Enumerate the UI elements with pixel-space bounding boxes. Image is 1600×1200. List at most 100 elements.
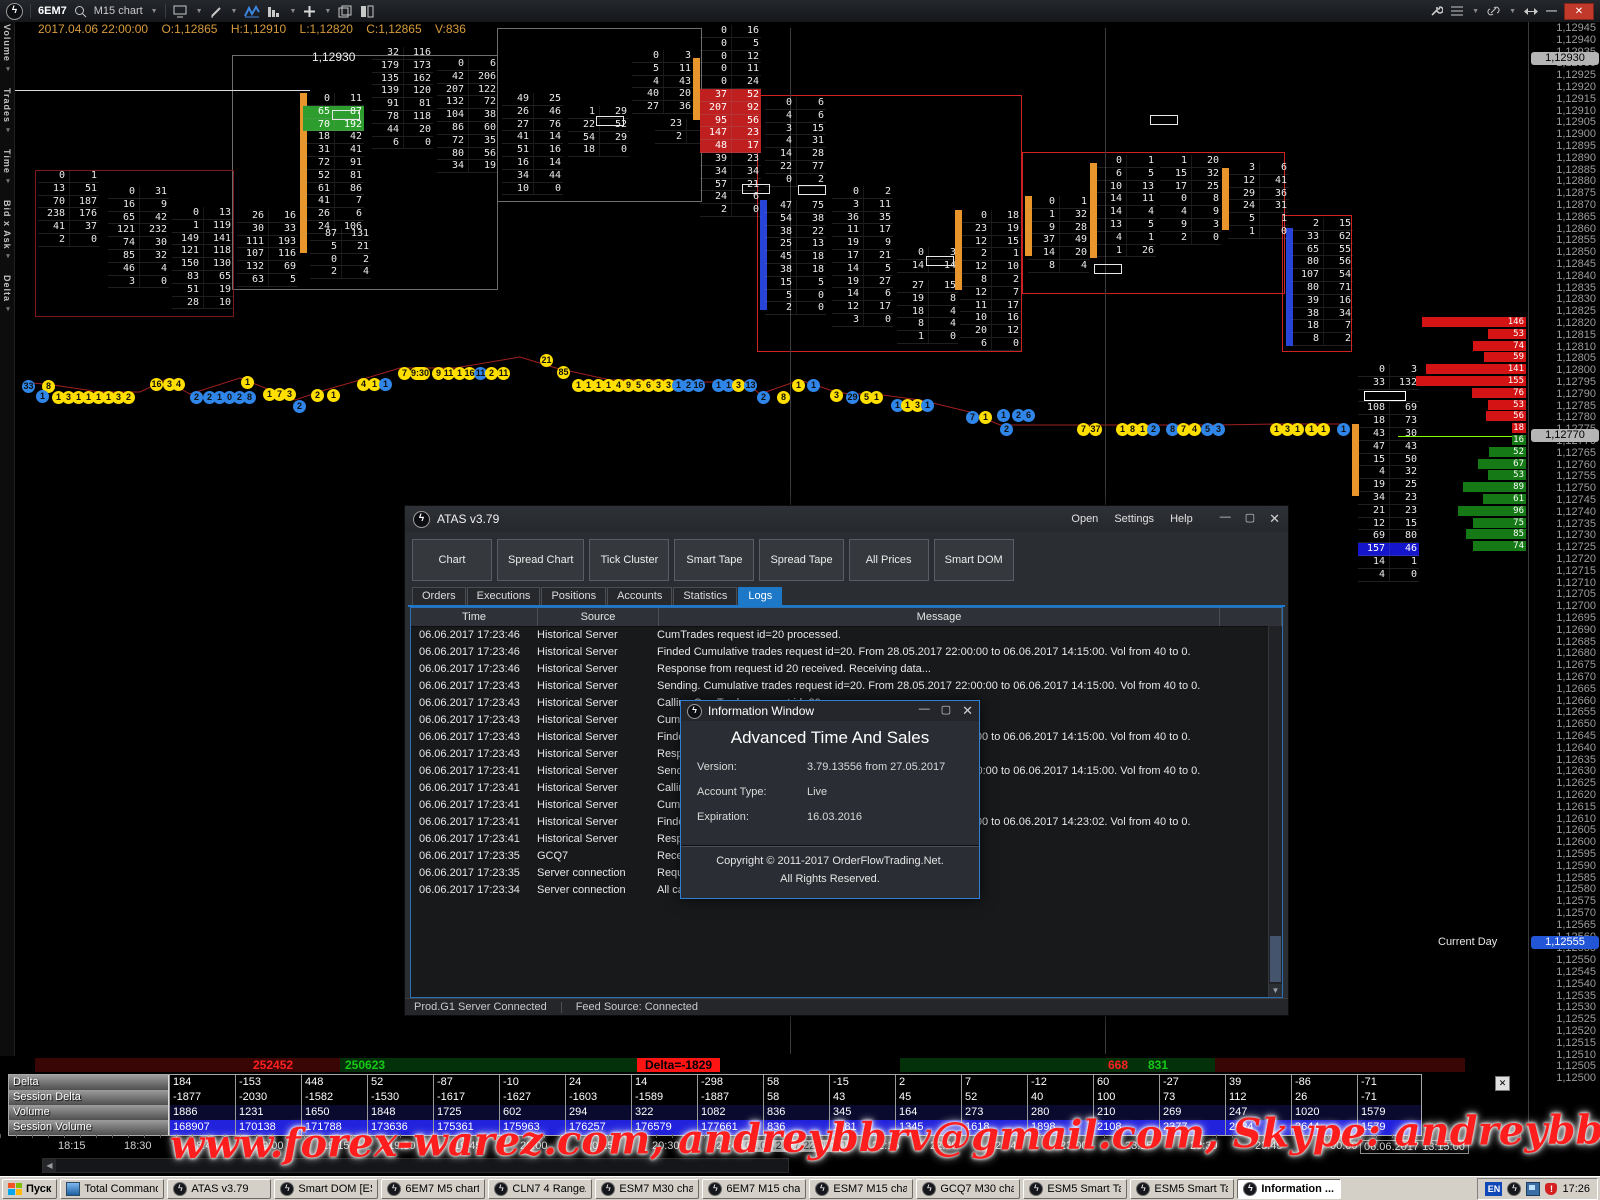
bid-value: 21: [1358, 505, 1390, 517]
nav-button-tick-cluster[interactable]: Tick Cluster: [589, 539, 669, 581]
add-icon[interactable]: [303, 3, 316, 19]
taskbar-button[interactable]: ϟCLN7 4 RangeZ...: [488, 1179, 592, 1199]
taskbar-button[interactable]: ϟSmart DOM [ES...: [274, 1179, 378, 1199]
bid-value: 10: [1095, 181, 1127, 193]
menu-item-settings[interactable]: Settings: [1114, 513, 1154, 525]
atas-app-icon: ϟ: [601, 1182, 615, 1196]
log-row[interactable]: 06.06.2017 17:23:46Historical ServerFind…: [411, 644, 1282, 661]
sidebar-item-bid-x-ask[interactable]: Bid x Ask: [2, 200, 12, 262]
taskbar-button[interactable]: ϟESM7 M30 char...: [595, 1179, 699, 1199]
cluster-row: 4114: [502, 131, 563, 144]
close-icon[interactable]: ✕: [1269, 511, 1280, 527]
sidebar-item-trades[interactable]: Trades: [2, 88, 12, 135]
scroll-left-icon[interactable]: ◀: [43, 1159, 56, 1172]
taskbar-button[interactable]: ϟInformation ...: [1237, 1179, 1341, 1199]
sidebar-item-delta[interactable]: Delta: [2, 275, 12, 314]
tab-orders[interactable]: Orders: [412, 587, 466, 605]
taskbar-button[interactable]: ϟGCQ7 M30 char...: [916, 1179, 1020, 1199]
atas-titlebar[interactable]: ϟ ATAS v3.79 OpenSettingsHelp — ▢ ✕: [405, 506, 1288, 532]
copy-layout-icon[interactable]: [338, 3, 353, 19]
log-row[interactable]: 06.06.2017 17:23:43Historical ServerSend…: [411, 678, 1282, 695]
tab-statistics[interactable]: Statistics: [673, 587, 737, 605]
info-titlebar[interactable]: ϟ Information Window — ▢ ✕: [681, 701, 979, 721]
empty-candle-marker: [1150, 115, 1178, 125]
column-header-time[interactable]: Time: [411, 608, 538, 626]
row-header: Session Delta: [9, 1090, 169, 1105]
period-selector[interactable]: M15 chart: [94, 5, 143, 17]
wrench-icon[interactable]: [1429, 3, 1443, 19]
footer-close-icon[interactable]: ✕: [1495, 1076, 1510, 1091]
menu-item-open[interactable]: Open: [1071, 513, 1098, 525]
scroll-down-icon[interactable]: ▼: [1269, 984, 1282, 997]
symbol-label[interactable]: 6EM7: [38, 5, 67, 17]
taskbar-button[interactable]: ϟESM5 Smart Tape: [1023, 1179, 1127, 1199]
monitor-icon[interactable]: [173, 3, 188, 19]
close-icon[interactable]: ✕: [962, 703, 973, 719]
atas-tray-icon[interactable]: ϟ: [1507, 1182, 1521, 1196]
clock[interactable]: 17:26: [1562, 1183, 1590, 1195]
minimize-icon[interactable]: —: [919, 703, 930, 719]
search-icon[interactable]: [74, 3, 87, 19]
bid-value: 86: [437, 122, 469, 134]
ask-value: 13: [797, 238, 826, 250]
maximize-icon[interactable]: ▢: [1245, 511, 1255, 527]
histogram-icon[interactable]: [267, 3, 281, 19]
nav-button-spread-tape[interactable]: Spread Tape: [759, 539, 843, 581]
bid-value: 108: [1358, 402, 1390, 414]
tab-logs[interactable]: Logs: [738, 587, 782, 605]
network-tray-icon[interactable]: [1526, 1182, 1540, 1196]
vertical-scrollbar[interactable]: ▼: [1268, 626, 1282, 997]
cluster-row: 1241: [1228, 175, 1289, 188]
log-time: 06.06.2017 17:23:35: [411, 867, 537, 880]
grid-columns-icon[interactable]: [360, 3, 374, 19]
cluster-row: 01: [1028, 196, 1089, 209]
cluster-row: 5119: [172, 284, 233, 297]
log-row[interactable]: 06.06.2017 17:23:46Historical ServerResp…: [411, 661, 1282, 678]
column-header-message[interactable]: Message: [659, 608, 1220, 626]
price-scale[interactable]: 1,129451,129401,129351,129301,129251,129…: [1528, 22, 1600, 1122]
menu-item-help[interactable]: Help: [1170, 513, 1193, 525]
taskbar-button[interactable]: ϟ6EM7 M5 chart ...: [381, 1179, 485, 1199]
sidebar-item-volume[interactable]: Volume: [2, 24, 12, 74]
price-label: 1,12625: [1556, 777, 1596, 789]
taskbar-button-label: 6EM7 M5 chart ...: [405, 1183, 479, 1195]
price-cluster: 06463154311428227702: [765, 97, 826, 187]
resize-arrows-icon[interactable]: [1523, 3, 1539, 19]
tab-positions[interactable]: Positions: [541, 587, 606, 605]
log-row[interactable]: 06.06.2017 17:23:46Historical ServerCumT…: [411, 627, 1282, 644]
cluster-row: 431: [765, 135, 826, 148]
log-table-header[interactable]: Time Source Message: [411, 608, 1282, 627]
security-shield-icon[interactable]: !: [1545, 1183, 1557, 1195]
column-header-source[interactable]: Source: [538, 608, 659, 626]
ask-value: 122: [469, 84, 498, 96]
pencil-icon[interactable]: [210, 3, 223, 19]
taskbar-button[interactable]: ϟATAS v3.79: [167, 1179, 271, 1199]
close-icon[interactable]: ✕: [1564, 3, 1594, 20]
nav-button-spread-chart[interactable]: Spread Chart: [497, 539, 584, 581]
cluster-row: 3434: [700, 166, 761, 179]
indicator-icon[interactable]: [244, 3, 260, 19]
tab-accounts[interactable]: Accounts: [607, 587, 672, 605]
cluster-row: 3141: [303, 144, 364, 157]
cluster-row: 135: [1095, 219, 1156, 232]
nav-button-smart-dom[interactable]: Smart DOM: [934, 539, 1014, 581]
minimize-icon[interactable]: —: [1220, 511, 1231, 527]
tab-executions[interactable]: Executions: [467, 587, 541, 605]
taskbar-button[interactable]: Total Command...: [60, 1179, 164, 1199]
taskbar-button[interactable]: ϟESM7 M15 char...: [809, 1179, 913, 1199]
list-icon[interactable]: [1450, 3, 1464, 19]
sidebar-item-time[interactable]: Time: [2, 149, 12, 186]
scrollbar-thumb[interactable]: [1270, 936, 1281, 982]
nav-button-smart-tape[interactable]: Smart Tape: [674, 539, 754, 581]
maximize-icon[interactable]: ▢: [941, 703, 951, 719]
minimize-icon[interactable]: —: [1546, 5, 1557, 17]
nav-button-chart[interactable]: Chart: [412, 539, 492, 581]
language-indicator[interactable]: EN: [1485, 1182, 1502, 1196]
start-button[interactable]: Пуск: [2, 1179, 57, 1199]
nav-button-all-prices[interactable]: All Prices: [849, 539, 929, 581]
log-time: 06.06.2017 17:23:46: [411, 629, 537, 642]
taskbar-button[interactable]: ϟESM5 Smart Tape: [1130, 1179, 1234, 1199]
link-icon[interactable]: [1486, 3, 1501, 19]
bid-value: 37: [1028, 234, 1060, 246]
taskbar-button[interactable]: ϟ6EM7 M15 char...: [702, 1179, 806, 1199]
